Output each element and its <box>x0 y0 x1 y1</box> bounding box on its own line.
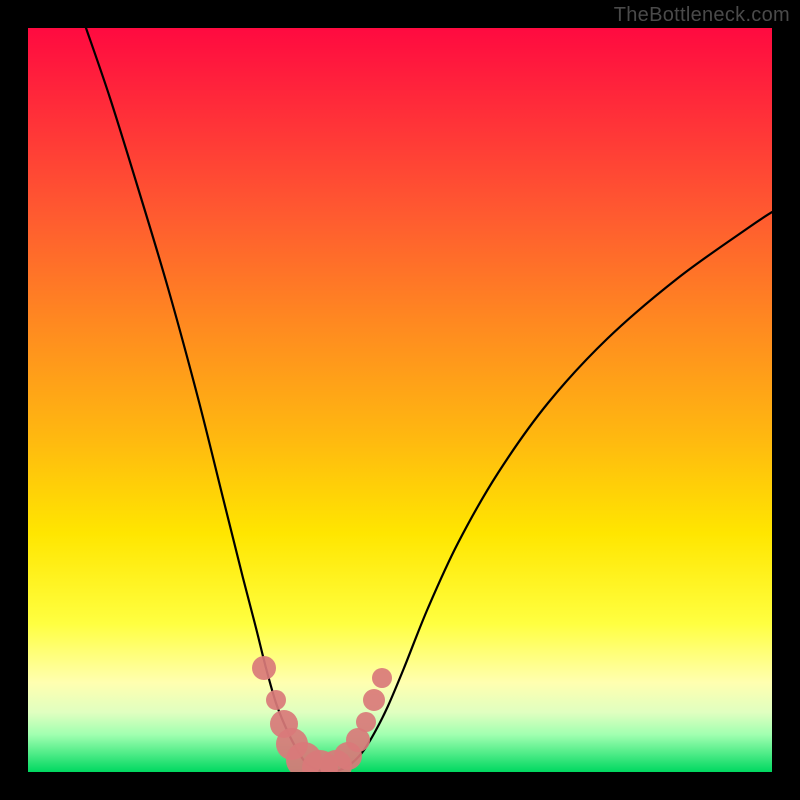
highlight-dot <box>363 689 385 711</box>
highlight-dot <box>266 690 286 710</box>
chart-svg <box>28 28 772 772</box>
highlight-dot <box>252 656 276 680</box>
watermark-text: TheBottleneck.com <box>614 4 790 27</box>
highlight-dots-group <box>252 656 392 772</box>
chart-plot-area <box>28 28 772 772</box>
highlight-dot <box>356 712 376 732</box>
bottleneck-curve <box>86 28 772 772</box>
highlight-dot <box>372 668 392 688</box>
outer-black-frame: TheBottleneck.com <box>0 0 800 800</box>
